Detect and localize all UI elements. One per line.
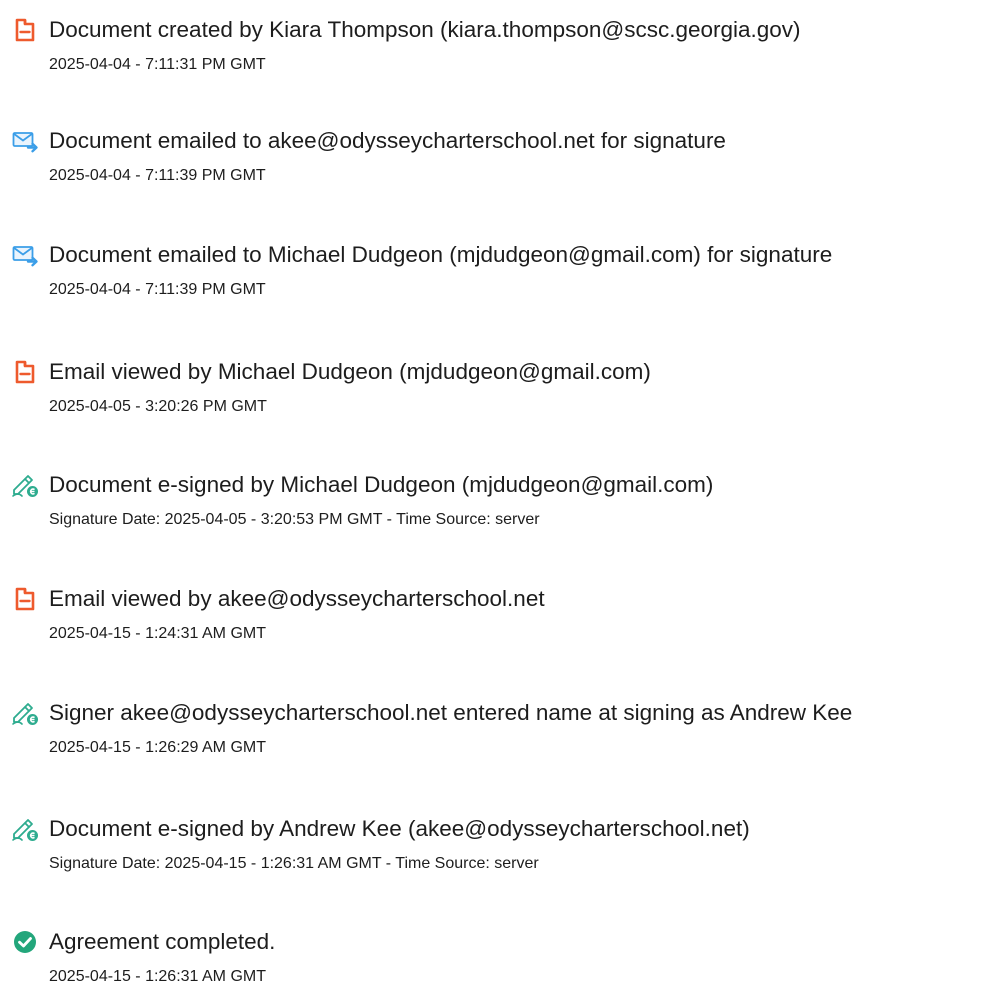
- event-timestamp: 2025-04-15 - 1:26:31 AM GMT: [49, 968, 266, 985]
- event-title: Email viewed by akee@odysseycharterschoo…: [49, 586, 545, 611]
- event-title: Document emailed to akee@odysseycharters…: [49, 128, 726, 153]
- event-timestamp: 2025-04-04 - 7:11:39 PM GMT: [49, 167, 266, 184]
- event-title: Document e-signed by Andrew Kee (akee@od…: [49, 816, 750, 841]
- audit-event-email-sent: Document emailed to akee@odysseycharters…: [0, 125, 1001, 205]
- e-sign-icon: [12, 819, 38, 841]
- audit-event-e-signed: Document e-signed by Andrew Kee (akee@od…: [0, 813, 1001, 893]
- e-sign-icon: [12, 475, 38, 497]
- completed-check-icon: [14, 931, 36, 953]
- event-timestamp: 2025-04-15 - 1:26:29 AM GMT: [49, 739, 266, 756]
- document-created-icon: [15, 18, 35, 42]
- audit-event-e-signed: Document e-signed by Michael Dudgeon (mj…: [0, 469, 1001, 549]
- event-signature-detail: Signature Date: 2025-04-05 - 3:20:53 PM …: [49, 511, 540, 528]
- event-title: Signer akee@odysseycharterschool.net ent…: [49, 700, 853, 725]
- e-sign-icon: [12, 703, 38, 725]
- audit-event-signer-name-entered: Signer akee@odysseycharterschool.net ent…: [0, 697, 1001, 777]
- event-signature-detail: Signature Date: 2025-04-15 - 1:26:31 AM …: [49, 855, 539, 872]
- email-sent-icon: [12, 132, 38, 153]
- document-viewed-icon: [15, 360, 35, 384]
- event-timestamp: 2025-04-04 - 7:11:39 PM GMT: [49, 281, 266, 298]
- event-title: Document e-signed by Michael Dudgeon (mj…: [49, 472, 714, 497]
- event-title: Document created by Kiara Thompson (kiar…: [49, 17, 801, 42]
- event-timestamp: 2025-04-05 - 3:20:26 PM GMT: [49, 398, 267, 415]
- audit-event-email-viewed: Email viewed by Michael Dudgeon (mjdudge…: [0, 356, 1001, 436]
- audit-event-email-sent: Document emailed to Michael Dudgeon (mjd…: [0, 239, 1001, 319]
- event-timestamp: 2025-04-04 - 7:11:31 PM GMT: [49, 56, 266, 73]
- email-sent-icon: [12, 246, 38, 267]
- event-title: Agreement completed.: [49, 929, 276, 954]
- event-timestamp: 2025-04-15 - 1:24:31 AM GMT: [49, 625, 266, 642]
- document-viewed-icon: [15, 587, 35, 611]
- audit-event-document-created: Document created by Kiara Thompson (kiar…: [0, 14, 1001, 94]
- audit-event-agreement-completed: Agreement completed. 2025-04-15 - 1:26:3…: [0, 926, 1001, 1006]
- event-title: Document emailed to Michael Dudgeon (mjd…: [49, 242, 833, 267]
- audit-event-email-viewed: Email viewed by akee@odysseycharterschoo…: [0, 583, 1001, 663]
- event-title: Email viewed by Michael Dudgeon (mjdudge…: [49, 359, 651, 384]
